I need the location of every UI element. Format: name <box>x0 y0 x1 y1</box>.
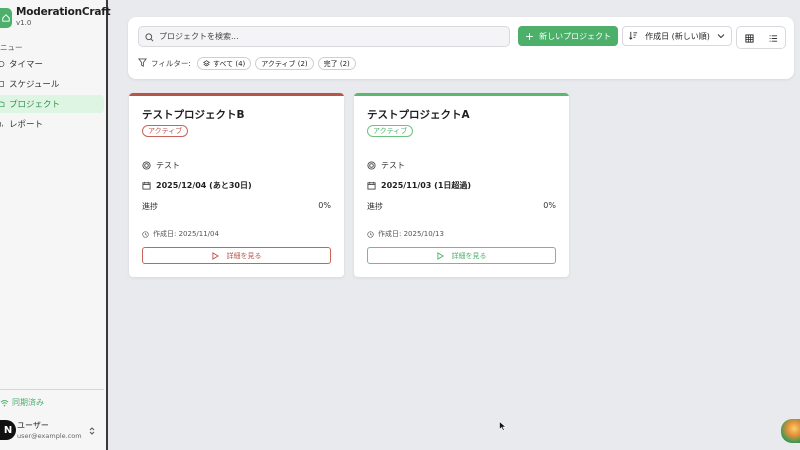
sidebar: ModerationCraft v1.0 ニュー タイマー スケジュール プロジ… <box>0 0 111 450</box>
sidebar-divider <box>0 389 104 390</box>
clock-icon <box>367 230 374 238</box>
project-due-label: 2025/11/03 (1日超過) <box>381 181 472 190</box>
user-menu[interactable]: N ユーザー user@example.com <box>0 420 104 440</box>
new-project-button[interactable]: + 新しいプロジェクト <box>518 26 618 46</box>
user-name: ユーザー <box>17 421 49 430</box>
sort-label: 作成日 (新しい順) <box>645 31 710 41</box>
avatar: N <box>0 420 16 440</box>
filter-bar: フィルター: すべて (4) アクティブ (2) 完了 (2) <box>138 57 360 70</box>
mouse-cursor-icon <box>499 416 507 435</box>
sidebar-item-label: スケジュール <box>9 80 60 90</box>
project-category: テスト <box>367 160 405 171</box>
grid-view-icon[interactable] <box>744 28 754 47</box>
view-details-label: 詳細を見る <box>226 251 262 260</box>
clock-icon <box>142 230 149 238</box>
view-details-button[interactable]: 詳細を見る <box>142 247 331 264</box>
search-input[interactable] <box>159 32 499 41</box>
view-toggle <box>736 26 786 49</box>
project-created-date: 作成日: 2025/11/04 <box>142 229 219 239</box>
project-category-label: テスト <box>156 161 180 170</box>
project-created-label: 作成日: 2025/11/04 <box>153 230 219 238</box>
project-created-label: 作成日: 2025/10/13 <box>378 230 444 238</box>
clock-icon <box>0 59 8 69</box>
sidebar-item-label: プロジェクト <box>9 100 61 110</box>
chevron-up-down-icon <box>88 421 98 440</box>
search-icon <box>145 27 154 46</box>
project-title: テストプロジェクトB <box>142 109 245 121</box>
assistant-launcher-icon[interactable] <box>781 419 800 443</box>
progress-label: 進捗 <box>367 202 383 211</box>
project-category-label: テスト <box>381 161 405 170</box>
chevron-down-icon <box>717 32 725 41</box>
project-due-label: 2025/12/04 (あと30日) <box>156 181 252 190</box>
filter-chip-active[interactable]: アクティブ (2) <box>255 57 314 70</box>
sidebar-nav: タイマー スケジュール プロジェクト レポート <box>0 55 104 135</box>
calendar-icon <box>367 181 376 190</box>
filter-chip-completed[interactable]: 完了 (2) <box>317 57 356 70</box>
wifi-icon <box>0 399 9 407</box>
card-accent-bar <box>354 93 569 96</box>
project-card[interactable]: テストプロジェクトB アクティブ テスト 2025/12/04 (あと30日) … <box>129 93 344 277</box>
play-icon <box>436 251 444 260</box>
filter-chip-label: アクティブ (2) <box>261 59 308 68</box>
layers-icon <box>202 60 210 67</box>
view-details-label: 詳細を見る <box>451 251 487 260</box>
progress-value: 0% <box>318 201 331 210</box>
user-email: user@example.com <box>17 432 82 440</box>
project-toolbar: + 新しいプロジェクト 作成日 (新しい順) フィルター: すべて (4) <box>128 17 794 79</box>
project-category: テスト <box>142 160 180 171</box>
new-project-label: 新しいプロジェクト <box>539 31 612 41</box>
list-view-icon[interactable] <box>769 28 778 47</box>
progress-value: 0% <box>543 201 556 210</box>
project-due-date: 2025/11/03 (1日超過) <box>367 180 471 191</box>
sidebar-item-projects[interactable]: プロジェクト <box>0 95 104 113</box>
folder-icon <box>0 99 8 109</box>
search-box[interactable] <box>138 26 510 47</box>
play-icon <box>211 251 219 260</box>
app-title: ModerationCraft <box>16 6 111 18</box>
brand[interactable]: ModerationCraft v1.0 <box>0 6 111 28</box>
filter-label: フィルター: <box>151 59 191 68</box>
filter-chip-label: 完了 (2) <box>323 59 350 68</box>
status-badge: アクティブ <box>142 125 189 137</box>
progress-label: 進捗 <box>142 202 158 211</box>
sidebar-item-timer[interactable]: タイマー <box>0 55 104 73</box>
sort-select[interactable]: 作成日 (新しい順) <box>622 26 732 46</box>
app-version: v1.0 <box>16 19 32 27</box>
view-details-button[interactable]: 詳細を見る <box>367 247 556 264</box>
sync-status-label: 同期済み <box>12 398 44 407</box>
calendar-icon <box>0 79 8 89</box>
sidebar-item-label: レポート <box>9 120 44 130</box>
plus-icon: + <box>524 29 535 43</box>
sidebar-item-reports[interactable]: レポート <box>0 115 104 133</box>
filter-chip-all[interactable]: すべて (4) <box>196 57 252 70</box>
project-card[interactable]: テストプロジェクトA アクティブ テスト 2025/11/03 (1日超過) 進… <box>354 93 569 277</box>
card-accent-bar <box>129 93 344 96</box>
project-title: テストプロジェクトA <box>367 109 470 121</box>
status-badge: アクティブ <box>367 125 414 137</box>
home-icon <box>0 8 12 28</box>
project-created-date: 作成日: 2025/10/13 <box>367 229 444 239</box>
filter-chip-label: すべて (4) <box>212 59 246 68</box>
sort-icon <box>629 31 638 42</box>
sidebar-item-schedule[interactable]: スケジュール <box>0 75 104 93</box>
calendar-icon <box>142 181 151 190</box>
project-due-date: 2025/12/04 (あと30日) <box>142 180 252 191</box>
target-icon <box>367 161 376 170</box>
menu-label: ニュー <box>0 43 23 52</box>
sync-status: 同期済み <box>0 397 44 408</box>
filter-icon <box>138 58 147 69</box>
target-icon <box>142 161 151 170</box>
chart-icon <box>0 119 8 129</box>
sidebar-item-label: タイマー <box>9 60 44 70</box>
